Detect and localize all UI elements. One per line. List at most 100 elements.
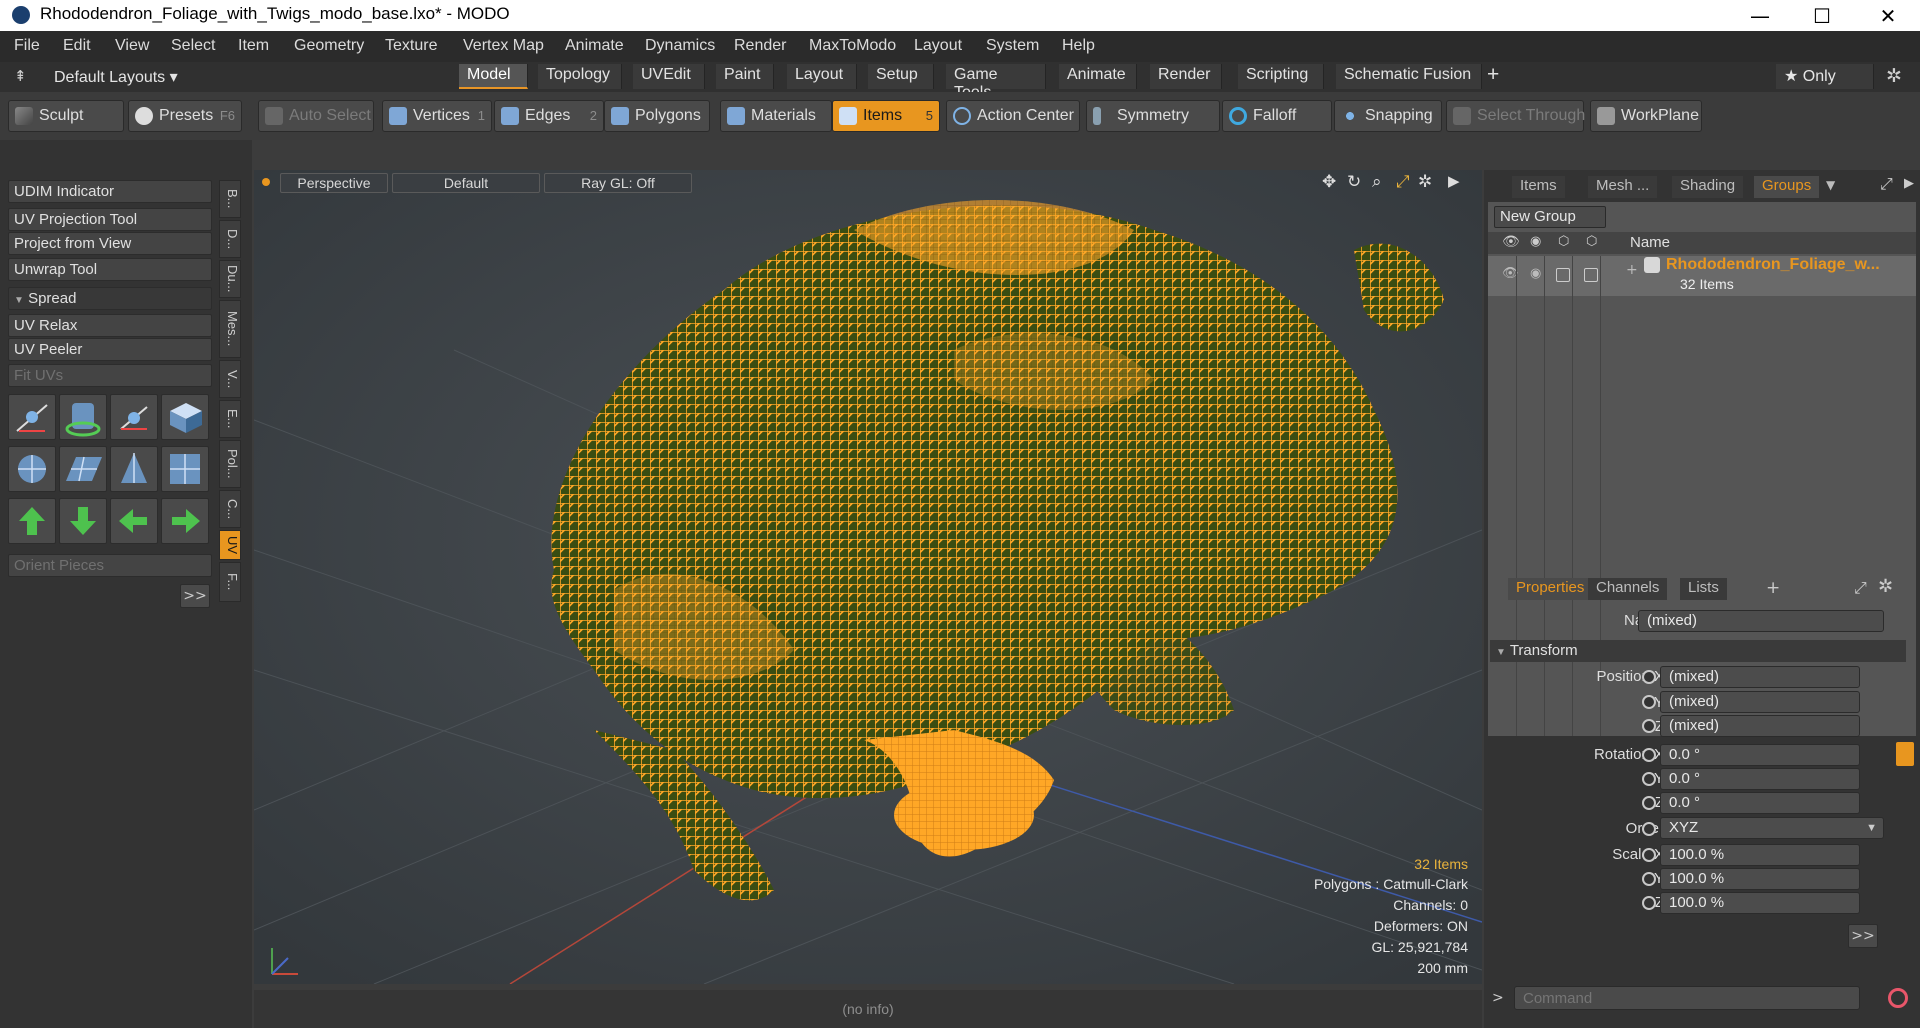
scale-x-field[interactable]: 100.0 %	[1660, 844, 1860, 866]
menu-system[interactable]: System	[986, 37, 1039, 55]
command-input[interactable]	[1514, 986, 1860, 1010]
tab-paint[interactable]: Paint	[716, 64, 774, 89]
panel-expand-icon[interactable]: ⤢	[1880, 174, 1893, 194]
rotation-x-keyframe-icon[interactable]	[1642, 748, 1656, 762]
tab-layout[interactable]: Layout	[787, 64, 857, 89]
scale-y-field[interactable]: 100.0 %	[1660, 868, 1860, 890]
tab-model[interactable]: Model	[459, 64, 528, 89]
spread-section[interactable]: ▼ Spread	[8, 287, 212, 310]
tab-topology[interactable]: Topology	[538, 64, 622, 89]
vtab-curve[interactable]: C...	[219, 490, 241, 528]
position-x-field[interactable]: (mixed)	[1660, 666, 1860, 688]
3d-viewport[interactable]: 32 Items Polygons : Catmull-Clark Channe…	[254, 170, 1482, 984]
menu-animate[interactable]: Animate	[565, 37, 624, 55]
visibility-column-icon[interactable]: 👁	[1502, 234, 1520, 250]
tab-groups[interactable]: Groups	[1754, 176, 1820, 198]
arrow-up-icon[interactable]	[8, 498, 56, 544]
menu-maxtomodo[interactable]: MaxToModo	[809, 37, 896, 55]
uv-relax-button[interactable]: UV Relax	[8, 314, 212, 337]
action-center-button[interactable]: Action Center	[946, 100, 1080, 132]
groups-dropdown-icon[interactable]: ▼	[1826, 178, 1835, 192]
properties-more-button[interactable]: >>	[1848, 924, 1878, 948]
vtab-polygon[interactable]: Pol...	[219, 440, 241, 488]
properties-expand-icon[interactable]: ⤢	[1854, 578, 1867, 598]
record-icon[interactable]	[1888, 988, 1908, 1008]
edges-button[interactable]: Edges 2	[494, 100, 604, 132]
scale-y-keyframe-icon[interactable]	[1642, 872, 1656, 886]
add-property-tab-button[interactable]: +	[1766, 578, 1780, 598]
position-x-keyframe-icon[interactable]	[1642, 670, 1656, 684]
transform-section[interactable]: ▼ Transform	[1490, 640, 1906, 662]
order-dropdown[interactable]: XYZ ▼	[1660, 817, 1884, 839]
tab-items[interactable]: Items	[1512, 176, 1565, 198]
select-column-icon[interactable]: ⬡	[1586, 234, 1597, 249]
tab-game-tools[interactable]: Game Tools	[946, 64, 1046, 101]
auto-select-button[interactable]: Auto Select	[258, 100, 374, 132]
collapse-arrow-icon[interactable]: ⇞	[14, 67, 27, 85]
tab-setup[interactable]: Setup	[868, 64, 934, 89]
rotation-z-keyframe-icon[interactable]	[1642, 796, 1656, 810]
uv-cubic-icon[interactable]	[161, 446, 209, 492]
menu-help[interactable]: Help	[1062, 37, 1095, 55]
menu-layout[interactable]: Layout	[914, 37, 962, 55]
materials-button[interactable]: Materials	[720, 100, 832, 132]
menu-select[interactable]: Select	[171, 37, 215, 55]
order-keyframe-icon[interactable]	[1642, 822, 1656, 836]
only-toggle[interactable]: ★ Only	[1776, 64, 1874, 89]
presets-button[interactable]: Presets F6	[128, 100, 242, 132]
menu-vertex-map[interactable]: Vertex Map	[463, 37, 544, 55]
menu-render[interactable]: Render	[734, 37, 786, 55]
shading-dropdown[interactable]: Default	[392, 173, 540, 193]
rotation-x-field[interactable]: 0.0 °	[1660, 744, 1860, 766]
group-lock-checkbox[interactable]	[1556, 268, 1570, 282]
arrow-left-icon[interactable]	[110, 498, 158, 544]
layout-selector[interactable]: Default Layouts ▾	[54, 67, 178, 87]
lock-column-icon[interactable]: ⬡	[1558, 234, 1569, 249]
tab-scripting[interactable]: Scripting	[1238, 64, 1324, 89]
group-name[interactable]: Rhododendron_Foliage_w...	[1666, 256, 1880, 274]
menu-texture[interactable]: Texture	[385, 37, 437, 55]
fit-uvs-button[interactable]: Fit UVs	[8, 364, 212, 387]
gear-icon[interactable]: ✲	[1886, 65, 1902, 88]
tab-render[interactable]: Render	[1150, 64, 1222, 89]
tab-mesh[interactable]: Mesh ...	[1588, 176, 1658, 198]
rotation-z-field[interactable]: 0.0 °	[1660, 792, 1860, 814]
uv-box-icon[interactable]	[161, 394, 209, 440]
tab-uvedit[interactable]: UVEdit	[633, 64, 705, 89]
menu-view[interactable]: View	[115, 37, 149, 55]
add-tab-button[interactable]: +	[1487, 63, 1499, 87]
uv-peeler-button[interactable]: UV Peeler	[8, 338, 212, 361]
vtab-basic[interactable]: B...	[219, 180, 241, 218]
tab-schematic-fusion[interactable]: Schematic Fusion	[1336, 64, 1482, 89]
vtab-fusion[interactable]: F...	[219, 562, 241, 602]
menu-file[interactable]: File	[14, 37, 40, 55]
scale-z-field[interactable]: 100.0 %	[1660, 892, 1860, 914]
uv-sphere-icon[interactable]	[8, 446, 56, 492]
close-button[interactable]: ✕	[1860, 0, 1916, 31]
snapping-button[interactable]: Snapping	[1334, 100, 1442, 132]
uv-move-icon[interactable]	[8, 394, 56, 440]
arrow-down-icon[interactable]	[59, 498, 107, 544]
uv-transform-icon[interactable]	[110, 394, 158, 440]
group-select-checkbox[interactable]	[1584, 268, 1598, 282]
rotation-y-field[interactable]: 0.0 °	[1660, 768, 1860, 790]
vtab-mesh-edit[interactable]: Mes...	[219, 300, 241, 358]
vtab-uv[interactable]: UV	[219, 530, 241, 560]
items-button[interactable]: Items 5	[832, 100, 940, 132]
polygons-button[interactable]: Polygons	[604, 100, 710, 132]
scale-x-keyframe-icon[interactable]	[1642, 848, 1656, 862]
orbit-icon[interactable]: ↻	[1347, 172, 1361, 192]
position-z-field[interactable]: (mixed)	[1660, 715, 1860, 737]
tab-lists[interactable]: Lists	[1680, 578, 1727, 600]
menu-geometry[interactable]: Geometry	[294, 37, 364, 55]
uv-cylinder-icon[interactable]	[110, 446, 158, 492]
raygl-toggle[interactable]: Ray GL: Off	[544, 173, 692, 193]
tab-channels[interactable]: Channels	[1588, 578, 1668, 600]
scale-z-keyframe-icon[interactable]	[1642, 896, 1656, 910]
project-from-view-button[interactable]: Project from View	[8, 232, 212, 255]
perspective-dropdown[interactable]: Perspective	[280, 173, 388, 193]
viewport-menu-arrow-icon[interactable]: ▶	[1448, 172, 1460, 190]
tab-animate[interactable]: Animate	[1059, 64, 1137, 89]
position-y-keyframe-icon[interactable]	[1642, 695, 1656, 709]
falloff-button[interactable]: Falloff	[1222, 100, 1332, 132]
